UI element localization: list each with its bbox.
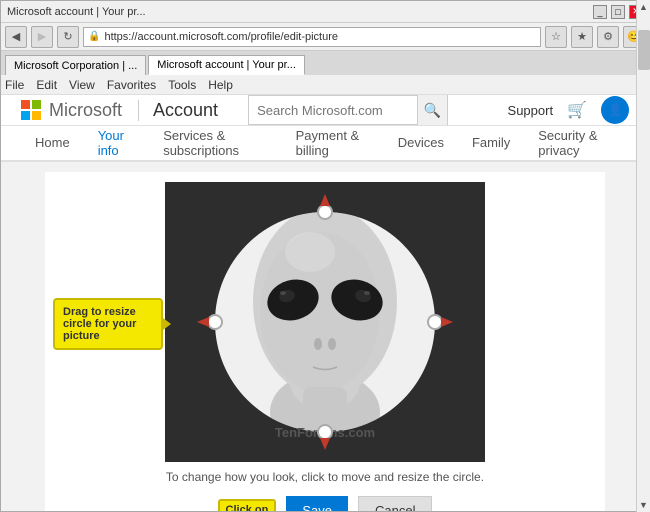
handle-right	[428, 315, 442, 329]
search-input[interactable]	[249, 103, 417, 118]
tooltip-arrow	[163, 318, 171, 330]
logo-sq-green	[32, 100, 41, 109]
nav-tabs: Home Your info Services & subscriptions …	[1, 126, 649, 162]
scrollbar: ▲ ▼	[636, 0, 650, 512]
address-bar[interactable]: 🔒 https://account.microsoft.com/profile/…	[83, 27, 541, 47]
main-content: TenForums.com	[1, 162, 649, 511]
scroll-thumb[interactable]	[638, 30, 650, 70]
image-container: TenForums.com	[165, 182, 485, 462]
tab-home[interactable]: Home	[21, 127, 84, 161]
maximize-button[interactable]: □	[611, 5, 625, 19]
save-button[interactable]: Save	[286, 496, 348, 511]
handle-left	[208, 315, 222, 329]
browser-frame: Microsoft account | Your pr... _ □ ✕ ◀ ▶…	[0, 0, 650, 512]
menu-help[interactable]: Help	[208, 78, 233, 92]
cancel-button[interactable]: Cancel	[358, 496, 432, 511]
page-content: Microsoft Account 🔍 Support 🛒 👤 Home You…	[1, 95, 649, 511]
navigation-bar: ◀ ▶ ↻ 🔒 https://account.microsoft.com/pr…	[1, 23, 649, 51]
tab-1[interactable]: Microsoft Corporation | ...	[5, 55, 146, 75]
menu-tools[interactable]: Tools	[168, 78, 196, 92]
logo-sq-red	[21, 100, 30, 109]
forward-button[interactable]: ▶	[31, 26, 53, 48]
favorites-icon[interactable]: ★	[571, 26, 593, 48]
star-icon[interactable]: ☆	[545, 26, 567, 48]
logo-sq-yellow	[32, 111, 41, 120]
menu-edit[interactable]: Edit	[36, 78, 57, 92]
edit-area: TenForums.com	[45, 172, 605, 511]
tooltip-text: Drag to resize circle for your picture	[63, 306, 136, 342]
tab-devices[interactable]: Devices	[384, 127, 458, 161]
refresh-button[interactable]: ↻	[57, 26, 79, 48]
alien-image: TenForums.com	[165, 182, 485, 462]
support-link[interactable]: Support	[508, 103, 554, 118]
page-title: Microsoft account | Your pr...	[7, 6, 146, 18]
logo-squares	[21, 100, 41, 120]
resize-tooltip: Drag to resize circle for your picture	[53, 298, 163, 350]
menu-view[interactable]: View	[69, 78, 95, 92]
minimize-button[interactable]: _	[593, 5, 607, 19]
microsoft-logo: Microsoft	[21, 100, 139, 121]
menu-file[interactable]: File	[5, 78, 24, 92]
address-text: https://account.microsoft.com/profile/ed…	[104, 31, 536, 43]
ssl-icon: 🔒	[88, 31, 100, 42]
cart-icon[interactable]: 🛒	[567, 100, 587, 120]
handle-top	[318, 205, 332, 219]
back-button[interactable]: ◀	[5, 26, 27, 48]
click-on-badge: Click on	[218, 499, 277, 511]
account-label: Account	[153, 100, 218, 121]
logo-sq-blue	[21, 111, 30, 120]
scroll-up-button[interactable]: ▲	[637, 0, 650, 14]
tab-bar: Microsoft Corporation | ... Microsoft ac…	[1, 51, 649, 75]
title-bar: Microsoft account | Your pr... _ □ ✕	[1, 1, 649, 23]
action-bar: Click on Save Cancel	[218, 496, 433, 511]
alien-background: TenForums.com	[165, 182, 485, 462]
tab-2[interactable]: Microsoft account | Your pr...	[148, 55, 305, 75]
scroll-down-button[interactable]: ▼	[637, 498, 650, 512]
menu-bar: File Edit View Favorites Tools Help	[1, 75, 649, 95]
instruction-text: To change how you look, click to move an…	[166, 470, 484, 484]
microsoft-name: Microsoft	[49, 100, 122, 121]
menu-favorites[interactable]: Favorites	[107, 78, 156, 92]
settings-icon[interactable]: ⚙	[597, 26, 619, 48]
handle-bottom	[318, 425, 332, 439]
tab-family[interactable]: Family	[458, 127, 524, 161]
search-button[interactable]: 🔍	[417, 95, 447, 125]
